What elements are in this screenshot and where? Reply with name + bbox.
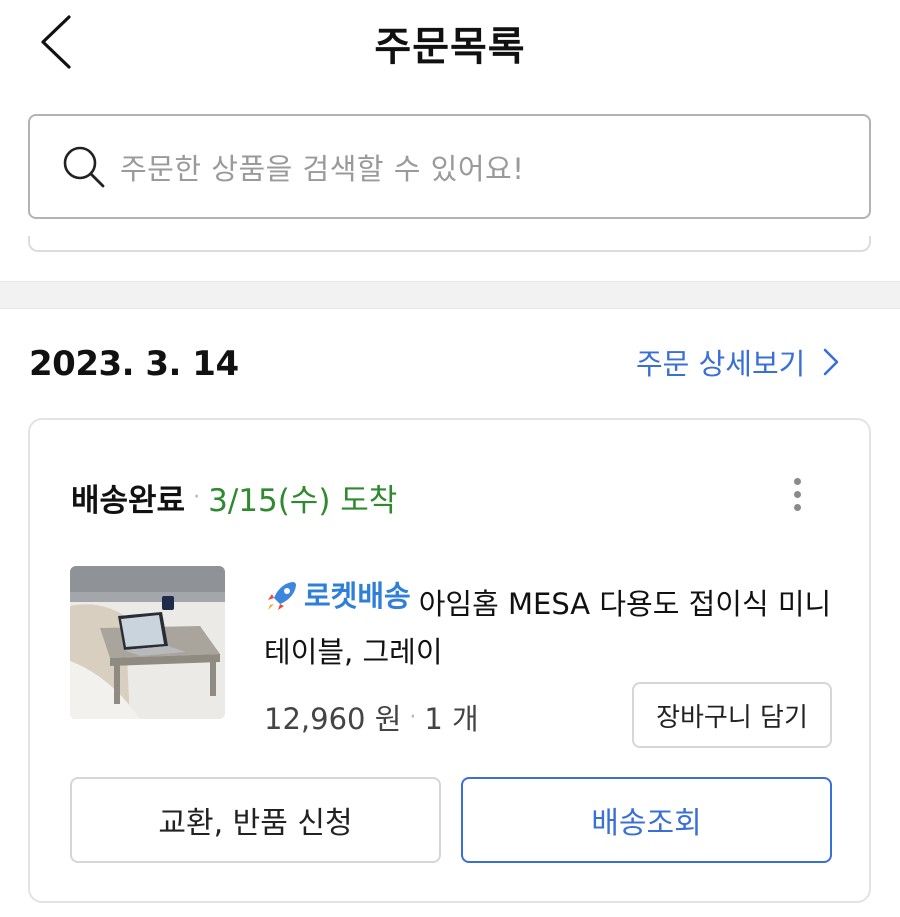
arrival-date: 3/15(수) 도착 bbox=[208, 483, 398, 519]
track-delivery-button[interactable]: 배송조회 bbox=[461, 777, 832, 863]
chevron-right-icon bbox=[823, 348, 839, 376]
search-input[interactable]: 주문한 상품을 검색할 수 있어요! bbox=[28, 114, 871, 219]
page-title: 주문목록 bbox=[374, 24, 526, 70]
order-detail-label: 주문 상세보기 bbox=[636, 347, 806, 381]
delivery-status: 배송완료 · 3/15(수) 도착 bbox=[71, 475, 397, 520]
price-separator: · bbox=[409, 704, 417, 730]
more-options-button[interactable] bbox=[779, 472, 815, 516]
rocket-icon bbox=[268, 582, 296, 610]
status-separator: · bbox=[193, 485, 201, 510]
product-info[interactable]: 로켓배송 아임홈 MESA 다용도 접이식 미니 테이블, 그레이 bbox=[264, 572, 844, 676]
status-label: 배송완료 bbox=[71, 483, 186, 519]
search-placeholder: 주문한 상품을 검색할 수 있어요! bbox=[120, 151, 525, 186]
rocket-badge-label: 로켓배송 bbox=[304, 579, 411, 613]
product-title: 로켓배송 아임홈 MESA 다용도 접이식 미니 테이블, 그레이 bbox=[264, 572, 844, 676]
filter-strip bbox=[28, 236, 871, 252]
search-icon bbox=[62, 145, 106, 189]
order-card: 배송완료 · 3/15(수) 도착 로켓배송 아임홈 MESA 다용도 접이식 … bbox=[28, 418, 871, 903]
product-price: 12,960 원 bbox=[264, 702, 402, 736]
add-to-cart-button[interactable]: 장바구니 담기 bbox=[632, 682, 832, 748]
more-vertical-icon bbox=[793, 477, 801, 485]
price-row: 12,960 원 · 1 개 bbox=[264, 696, 479, 738]
section-divider bbox=[0, 281, 900, 309]
product-image[interactable] bbox=[70, 566, 225, 719]
return-exchange-button[interactable]: 교환, 반품 신청 bbox=[70, 777, 441, 863]
order-list-page: 주문목록 주문한 상품을 검색할 수 있어요! 2023. 3. 14 주문 상… bbox=[0, 0, 900, 917]
product-quantity: 1 개 bbox=[424, 702, 479, 736]
order-date: 2023. 3. 14 bbox=[29, 344, 239, 384]
order-detail-link[interactable]: 주문 상세보기 bbox=[636, 340, 839, 384]
header: 주문목록 bbox=[0, 0, 900, 90]
rocket-delivery-badge: 로켓배송 bbox=[264, 572, 411, 620]
